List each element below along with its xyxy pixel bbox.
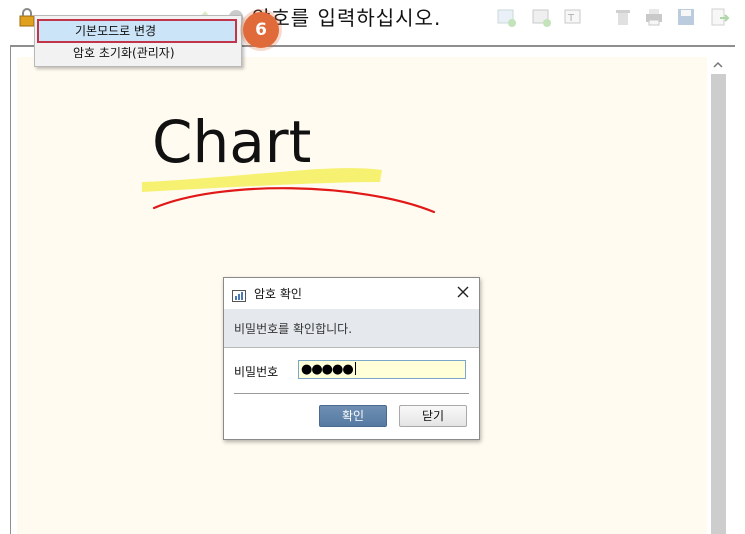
dialog-titlebar: 암호 확인 — [224, 278, 479, 308]
password-label: 비밀번호 — [234, 365, 279, 379]
print-icon[interactable] — [643, 6, 665, 28]
step-badge: 6 — [243, 12, 279, 48]
password-prompt-text: 암호를 입력하십시오. — [252, 6, 442, 30]
handwriting-text: Chart — [152, 108, 311, 176]
menu-item-basic-mode[interactable]: 기본모드로 변경 — [37, 19, 237, 43]
password-field[interactable]: ●●●●● — [298, 360, 466, 379]
close-icon[interactable] — [455, 284, 471, 300]
dialog-title: 암호 확인 — [254, 287, 302, 301]
dialog-message-area: 비밀번호를 확인합니다. — [224, 309, 479, 348]
confirm-button[interactable]: 확인 — [319, 405, 387, 427]
scroll-up-icon[interactable] — [709, 57, 727, 73]
image-add-icon[interactable] — [495, 6, 517, 28]
password-dialog: 암호 확인 비밀번호를 확인합니다. 비밀번호 ●●●●● 확인 닫기 — [223, 277, 480, 440]
screen-capture-icon[interactable] — [530, 6, 552, 28]
text-icon[interactable]: T — [562, 6, 584, 28]
app-icon — [232, 287, 246, 302]
handwriting-chart: Chart — [142, 108, 436, 214]
menu-item-reset-password[interactable]: 암호 초기화(관리자) — [37, 42, 237, 64]
dialog-divider — [234, 393, 469, 394]
scroll-thumb[interactable] — [711, 74, 726, 534]
export-icon[interactable] — [708, 6, 730, 28]
save-icon[interactable] — [675, 6, 697, 28]
app-window: 암호를 입력하십시오. T Chart 기본모드로 변경 암호 초기화(관리자)… — [0, 0, 745, 534]
left-border — [10, 46, 11, 534]
text-caret — [354, 362, 356, 375]
dialog-message: 비밀번호를 확인합니다. — [234, 322, 353, 336]
trash-icon[interactable] — [612, 6, 634, 28]
password-dots: ●●●●● — [301, 362, 354, 377]
context-menu: 기본모드로 변경 암호 초기화(관리자) — [34, 15, 242, 67]
svg-text:T: T — [567, 13, 575, 24]
close-button[interactable]: 닫기 — [399, 405, 467, 427]
vertical-scrollbar[interactable] — [709, 57, 727, 534]
